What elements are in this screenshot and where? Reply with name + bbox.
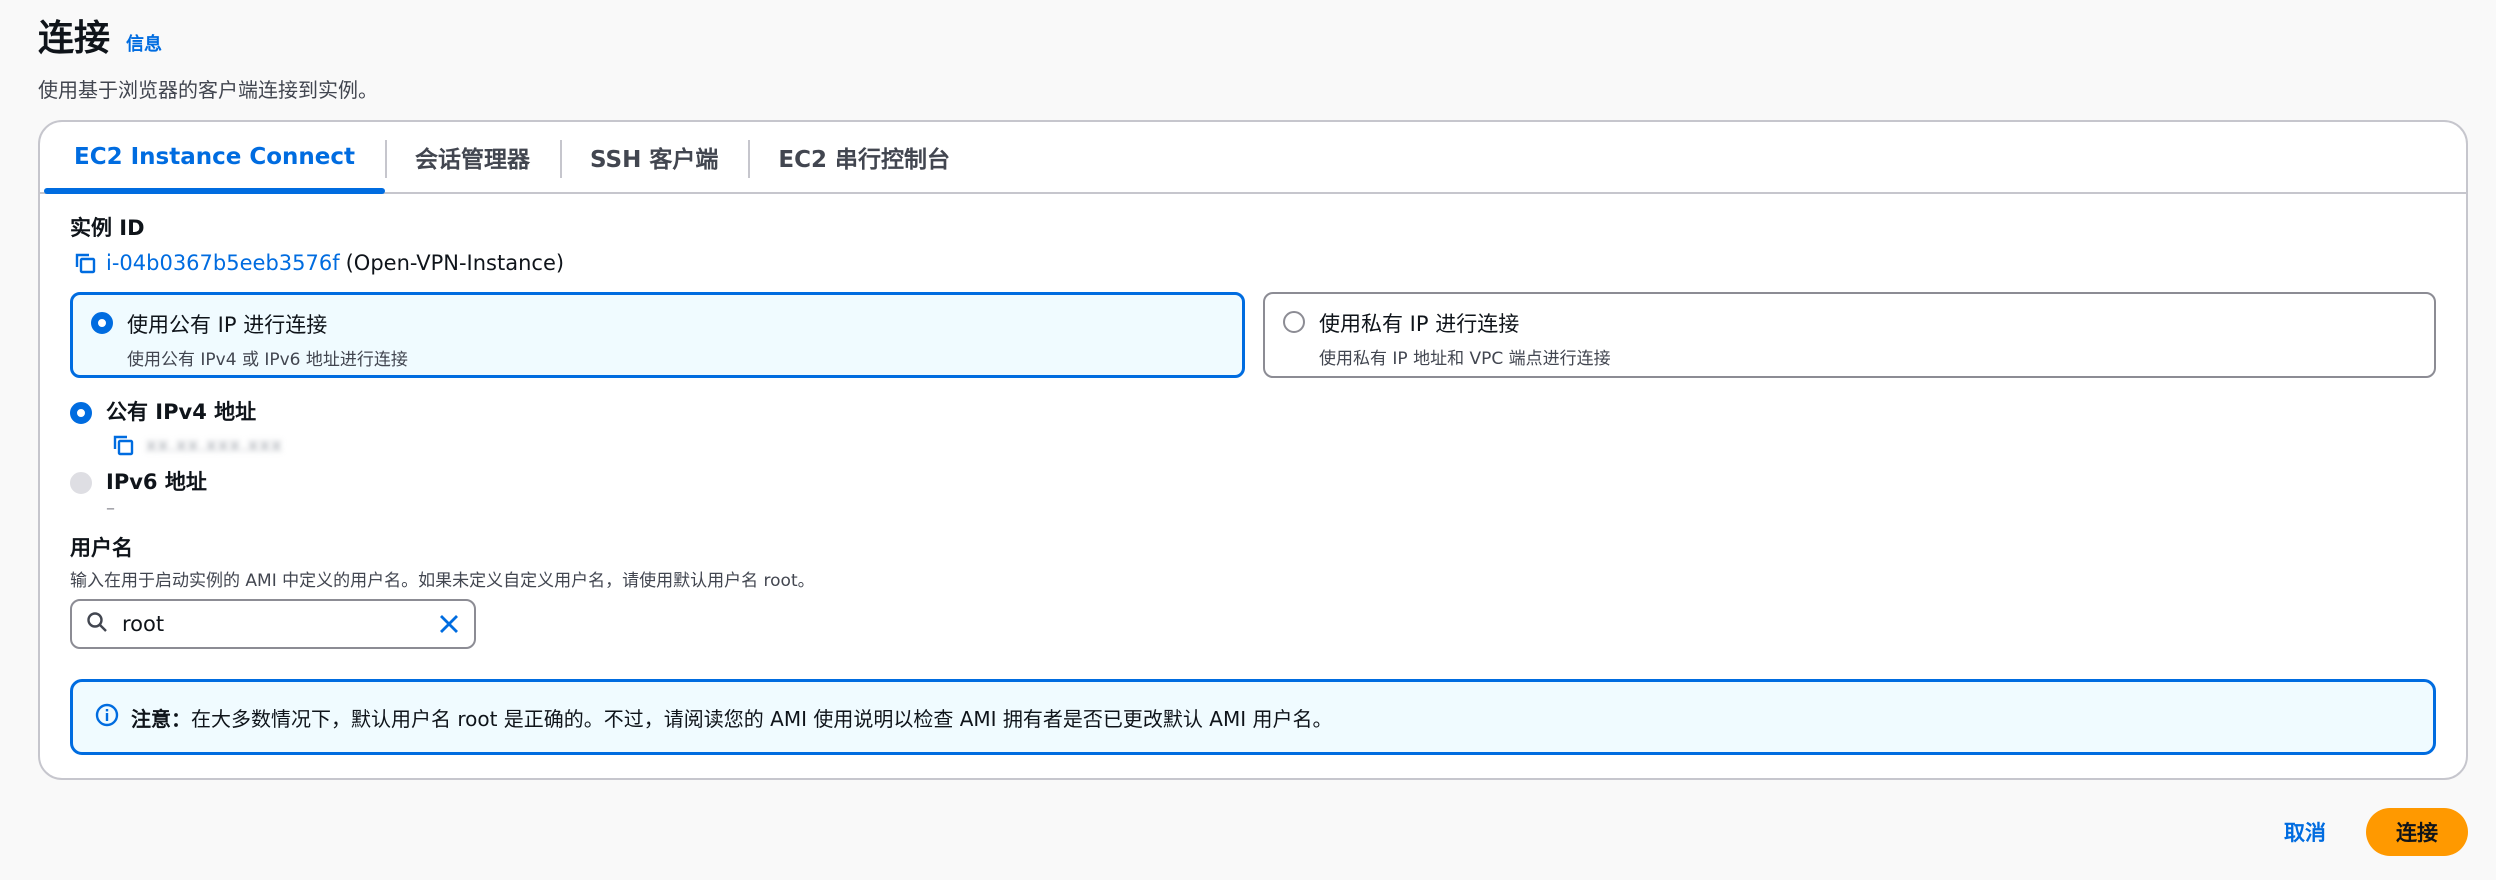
page-description: 使用基于浏览器的客户端连接到实例。	[38, 78, 378, 102]
tab-ssh-client[interactable]: SSH 客户端	[560, 122, 748, 192]
info-link[interactable]: 信息	[126, 30, 162, 56]
username-input-box	[70, 599, 476, 649]
ipv4-value-row: xx.xx.xxx.xxx	[108, 430, 2436, 460]
ipv6-label: IPv6 地址	[106, 470, 207, 494]
connect-button[interactable]: 连接	[2366, 808, 2468, 856]
tab-bar: EC2 Instance Connect 会话管理器 SSH 客户端 EC2 串…	[40, 122, 2466, 194]
connection-type-tiles: 使用公有 IP 进行连接 使用公有 IPv4 或 IPv6 地址进行连接 使用私…	[70, 292, 2436, 378]
instance-id-label: 实例 ID	[70, 216, 145, 240]
private-ip-radio[interactable]	[1283, 311, 1305, 333]
copy-icon[interactable]	[108, 430, 138, 460]
instance-id-link[interactable]: i-04b0367b5eeb3576f	[106, 251, 340, 275]
instance-name: (Open-VPN-Instance)	[345, 251, 565, 275]
tab-ec2-serial-console[interactable]: EC2 串行控制台	[748, 122, 980, 192]
instance-id-row: i-04b0367b5eeb3576f (Open-VPN-Instance)	[70, 248, 2436, 278]
address-options: 公有 IPv4 地址 xx.xx.xxx.xxx IPv6 地址 –	[70, 396, 2436, 522]
username-label: 用户名	[70, 536, 133, 560]
public-ip-tile[interactable]: 使用公有 IP 进行连接 使用公有 IPv4 或 IPv6 地址进行连接	[70, 292, 1245, 378]
copy-icon[interactable]	[70, 248, 100, 278]
tab-ec2-instance-connect[interactable]: EC2 Instance Connect	[44, 122, 386, 194]
ipv6-radio	[70, 471, 92, 494]
public-ip-title: 使用公有 IP 进行连接	[127, 313, 328, 337]
alert-label: 注意：	[131, 706, 191, 731]
private-ip-subtitle: 使用私有 IP 地址和 VPC 端点进行连接	[1319, 349, 1611, 369]
ipv6-option: IPv6 地址	[70, 466, 2436, 496]
page-header: 连接 信息 使用基于浏览器的客户端连接到实例。	[38, 14, 378, 103]
ipv4-value: xx.xx.xxx.xxx	[146, 434, 283, 456]
tab-panel: 实例 ID i-04b0367b5eeb3576f (Open-VPN-Inst…	[40, 194, 2466, 755]
private-ip-title: 使用私有 IP 进行连接	[1319, 312, 1520, 336]
search-icon	[86, 611, 108, 637]
tab-session-manager[interactable]: 会话管理器	[385, 122, 560, 192]
page-title: 连接	[38, 18, 111, 59]
username-description: 输入在用于启动实例的 AMI 中定义的用户名。如果未定义自定义用户名，请使用默认…	[70, 571, 815, 591]
connect-card: EC2 Instance Connect 会话管理器 SSH 客户端 EC2 串…	[38, 120, 2468, 780]
username-input[interactable]	[120, 611, 426, 637]
alert-text: 在大多数情况下，默认用户名 root 是正确的。不过，请阅读您的 AMI 使用说…	[191, 706, 1333, 731]
username-section: 用户名 输入在用于启动实例的 AMI 中定义的用户名。如果未定义自定义用户名，请…	[70, 532, 2436, 649]
info-alert: 注意：在大多数情况下，默认用户名 root 是正确的。不过，请阅读您的 AMI …	[70, 679, 2436, 755]
ipv4-label: 公有 IPv4 地址	[106, 400, 257, 424]
cancel-button[interactable]: 取消	[2284, 817, 2326, 847]
public-ip-radio[interactable]	[91, 312, 113, 334]
public-ip-subtitle: 使用公有 IPv4 或 IPv6 地址进行连接	[127, 350, 408, 370]
info-icon	[95, 703, 119, 732]
clear-icon[interactable]	[438, 613, 460, 635]
footer-actions: 取消 连接	[2284, 808, 2468, 856]
ipv6-value: –	[106, 498, 115, 519]
ipv4-option[interactable]: 公有 IPv4 地址	[70, 396, 2436, 426]
private-ip-tile[interactable]: 使用私有 IP 进行连接 使用私有 IP 地址和 VPC 端点进行连接	[1263, 292, 2436, 378]
ipv4-radio[interactable]	[70, 401, 92, 424]
